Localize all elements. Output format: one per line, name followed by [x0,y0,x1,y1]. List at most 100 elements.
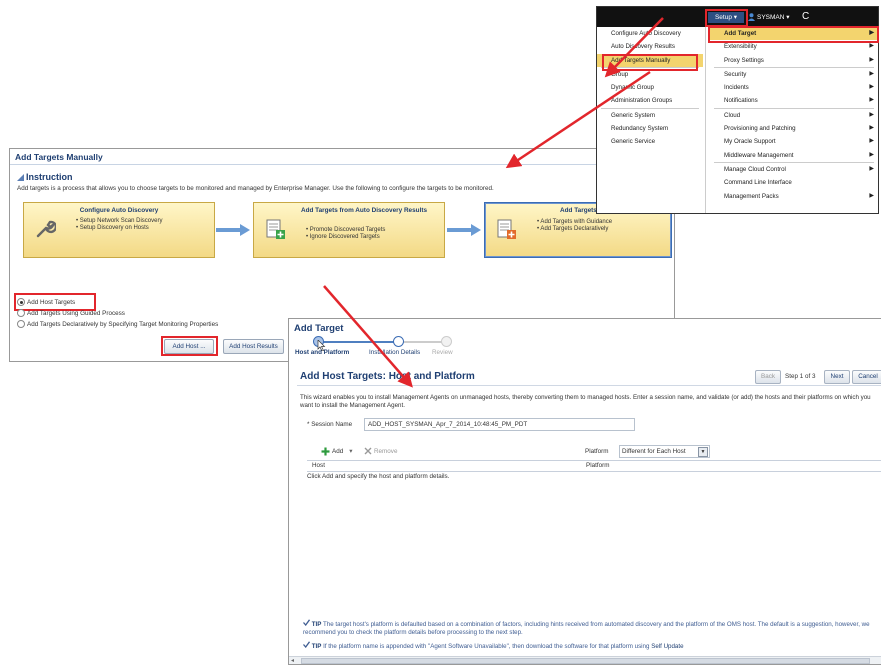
document-plus-icon [497,219,516,239]
submenu-arrow-icon: ▶ [869,70,874,77]
menu-item[interactable]: Command Line Interface [710,176,878,189]
tip-check-icon [303,641,310,648]
setup-menu-panel: Setup ▾ SYSMAN ▾ C Configure Auto Discov… [596,6,879,214]
user-menu[interactable]: SYSMAN ▾ [757,13,790,21]
menu-item[interactable]: Provisioning and Patching ▶ [710,122,878,135]
submenu-arrow-icon: ▶ [869,97,874,104]
session-name-input[interactable]: ADD_HOST_SYSMAN_Apr_7_2014_10:48:45_PM_P… [364,418,635,431]
document-plus-icon [266,219,285,239]
user-icon [748,13,755,21]
radio-button[interactable] [17,320,25,328]
menu-item[interactable]: Management Packs ▶ [710,190,878,203]
wrench-icon [36,220,56,238]
menu-item[interactable]: Middleware Management ▶ [710,149,878,162]
step-item: • Add Targets Declaratively [537,226,609,232]
menu-item-label: Extensibility [724,43,757,51]
annotation-highlight-box [161,336,218,356]
menu-item[interactable]: Generic System [597,109,703,122]
cancel-button[interactable]: Cancel [852,370,881,384]
tip-label: TIP [311,643,322,650]
section-title: Add Host Targets: Host and Platform [300,371,475,382]
tip-2: TIP If the platform name is appended wit… [303,641,878,651]
train-progress-line [317,341,397,343]
platform-label: Platform [585,448,609,455]
annotation-highlight-box [602,54,698,71]
add-label: Add [332,448,344,455]
submenu-arrow-icon: ▶ [869,84,874,91]
add-host-results-button[interactable]: Add Host Results [223,339,284,354]
tip-1: TIP The target host's platform is defaul… [303,619,878,637]
menu-item[interactable]: Cloud ▶ [710,109,878,122]
column-header-platform[interactable]: Platform [586,461,609,470]
next-button[interactable]: Next [824,370,850,384]
instruction-heading: Instruction [26,172,73,182]
step-auto-discovery-results[interactable]: Add Targets from Auto Discovery Results … [253,202,445,258]
submenu-arrow-icon: ▶ [869,138,874,145]
menu-item-label: My Oracle Support [724,138,776,146]
train-step-dot[interactable] [393,336,404,347]
step-item: • Setup Discovery on Hosts [76,225,149,231]
step-item: • Setup Network Scan Discovery [76,218,163,224]
menu-item[interactable]: Generic Service [597,135,703,148]
menu-item[interactable]: Auto Discovery Results [597,40,703,53]
train-label-review: Review [432,349,453,356]
menu-item[interactable]: Incidents ▶ [710,81,878,94]
menu-item-label: Proxy Settings [724,56,764,64]
menu-item-label: Incidents [724,84,749,92]
menu-item[interactable]: Dynamic Group [597,81,703,94]
menu-item[interactable]: Configure Auto Discovery [597,27,703,40]
remove-button[interactable]: Remove [364,447,397,455]
add-target-wizard-panel: Add Target Host and Platform Installatio… [288,318,881,665]
tip-check-icon [303,619,310,626]
step-configure-auto-discovery[interactable]: Configure Auto Discovery • Setup Network… [23,202,215,258]
flow-arrow-icon [216,224,250,236]
tip-text: If the platform name is appended with "A… [323,643,650,650]
step-title: Configure Auto Discovery [79,207,159,214]
menu-item[interactable]: Security ▶ [710,68,878,81]
menu-item[interactable]: Proxy Settings ▶ [710,54,878,67]
submenu-arrow-icon: ▶ [869,125,874,132]
add-plus-icon [321,447,330,456]
menu-item-label: Middleware Management [724,151,794,159]
menu-item[interactable]: Notifications ▶ [710,94,878,107]
annotation-highlight-box [705,9,748,27]
step-item: • Ignore Discovered Targets [306,234,380,240]
submenu-arrow-icon: ▶ [869,111,874,118]
radio-declarative[interactable]: Add Targets Declaratively by Specifying … [17,320,218,328]
train-label-host-platform[interactable]: Host and Platform [295,349,349,356]
add-button[interactable]: Add ▾ [321,447,352,456]
menu-item-label: Notifications [724,97,758,105]
refresh-icon[interactable]: C [802,11,809,22]
menu-item[interactable]: Administration Groups [597,94,703,107]
setup-menu-right: Add Target ▶ Extensibility ▶ Proxy Setting… [710,27,878,203]
train-label-installation-details[interactable]: Installation Details [369,349,420,356]
session-name-label: * Session Name [307,421,353,428]
menu-item[interactable]: My Oracle Support ▶ [710,135,878,148]
radio-guided-process[interactable]: Add Targets Using Guided Process [17,309,125,317]
collapse-triangle-icon[interactable] [16,173,25,182]
column-header-host[interactable]: Host [312,461,325,470]
self-update-link[interactable]: Self Update [651,643,683,650]
wizard-title: Add Target [294,323,344,334]
tip-text: The target host's platform is defaulted … [303,621,870,636]
remove-label: Remove [374,447,398,455]
menu-item-label: Command Line Interface [724,179,792,187]
scrollbar-thumb[interactable] [301,658,870,664]
annotation-highlight-box [708,26,879,43]
back-button[interactable]: Back [755,370,781,384]
menu-item-label: Manage Cloud Control [724,165,786,173]
dropdown-caret-icon[interactable]: ▾ [349,448,352,455]
radio-button[interactable] [17,309,25,317]
radio-label: Add Targets Using Guided Process [27,309,125,317]
menu-item[interactable]: Redundancy System [597,122,703,135]
step-item: • Add Targets with Guidance [537,219,613,225]
platform-select[interactable]: Different for Each Host ▼ [619,445,710,458]
chevron-down-icon[interactable]: ▼ [698,447,708,457]
menu-item[interactable]: Manage Cloud Control ▶ [710,163,878,176]
menu-item-label: Provisioning and Patching [724,125,796,133]
step-indicator: Step 1 of 3 [785,373,816,380]
submenu-arrow-icon: ▶ [869,192,874,199]
tip-label: TIP [311,621,322,628]
flow-arrow-icon [447,224,481,236]
menu-item-label: Management Packs [724,192,779,200]
